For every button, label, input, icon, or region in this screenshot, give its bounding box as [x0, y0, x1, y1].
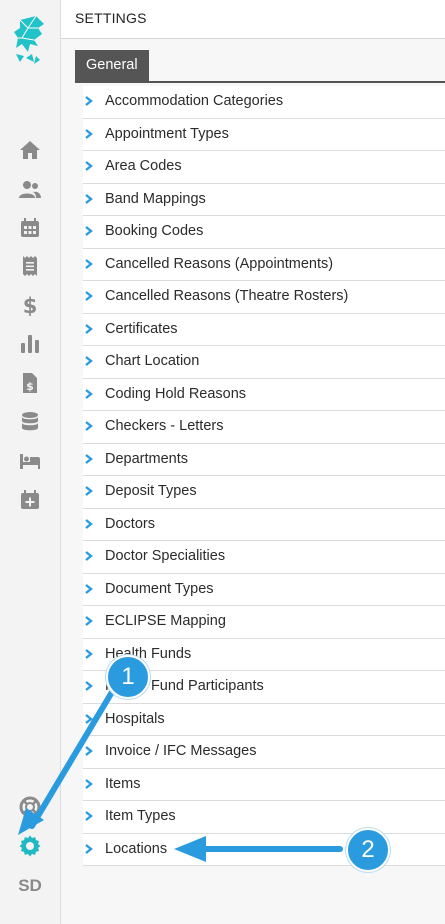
header-bar: SETTINGS [61, 0, 445, 39]
chevron-right-icon [85, 258, 93, 269]
chevron-right-icon [85, 518, 93, 529]
home-icon[interactable] [15, 137, 45, 163]
settings-list-item-label: Locations [105, 840, 168, 857]
settings-list-item[interactable]: Items [83, 768, 445, 801]
settings-list-item[interactable]: Booking Codes [83, 216, 445, 249]
left-nav-rail: $ $ SD [0, 0, 61, 924]
app-logo-icon[interactable] [10, 14, 50, 70]
svg-text:$: $ [26, 380, 34, 393]
settings-list-item[interactable]: Coding Hold Reasons [83, 378, 445, 411]
invoice-icon[interactable]: $ [15, 370, 45, 396]
database-icon[interactable] [15, 409, 45, 435]
settings-list-item[interactable]: ECLIPSE Mapping [83, 606, 445, 639]
calendar-plus-icon[interactable] [15, 487, 45, 513]
bar-chart-icon[interactable] [15, 331, 45, 357]
settings-list-item[interactable]: Accommodation Categories [83, 86, 445, 119]
chevron-right-icon [85, 128, 93, 139]
settings-list-item-label: Doctor Specialities [105, 548, 226, 564]
settings-list-item[interactable]: Band Mappings [83, 183, 445, 216]
settings-list-item-label: Departments [105, 450, 189, 467]
step-badge-2: 2 [346, 828, 390, 872]
bed-icon[interactable] [15, 448, 45, 474]
page-title: SETTINGS [75, 10, 147, 26]
chevron-right-icon [85, 323, 93, 334]
chevron-right-icon [85, 746, 93, 756]
chevron-right-icon [85, 486, 93, 496]
settings-list-item-label: Coding Hold Reasons [105, 385, 247, 402]
chevron-right-icon [85, 843, 93, 854]
calendar-icon[interactable] [15, 215, 45, 241]
svg-text:$: $ [23, 294, 38, 317]
settings-list-item-label: Document Types [105, 580, 214, 597]
tab-bar: General [75, 50, 445, 83]
settings-list-item-label: Cancelled Reasons (Appointments) [105, 255, 334, 272]
settings-list-item[interactable]: Deposit Types [83, 476, 445, 509]
settings-list-item[interactable]: Checkers - Letters [83, 411, 445, 444]
settings-list: Accommodation Categories Appointment Type… [83, 86, 445, 866]
chevron-right-icon [85, 356, 93, 366]
chevron-right-icon [85, 226, 93, 236]
settings-list-item-label: Certificates [105, 320, 178, 337]
chevron-right-icon [85, 616, 93, 626]
help-icon[interactable] [15, 794, 45, 820]
chevron-right-icon [85, 811, 93, 821]
chevron-right-icon [85, 681, 93, 691]
settings-list-item-label: ECLIPSE Mapping [105, 613, 226, 629]
chevron-right-icon [85, 778, 93, 789]
settings-list-item-label: Band Mappings [105, 190, 206, 207]
settings-list-item[interactable]: Area Codes [83, 151, 445, 184]
settings-list-item-label: Item Types [105, 808, 176, 824]
settings-list-item-label: Appointment Types [105, 125, 229, 142]
settings-list-item[interactable]: Doctor Specialities [83, 541, 445, 574]
step-badge-1: 1 [106, 655, 150, 699]
settings-list-item[interactable]: Doctors [83, 508, 445, 541]
settings-list-item-label: Invoice / IFC Messages [105, 743, 257, 759]
user-initials-avatar[interactable]: SD [0, 876, 60, 896]
chevron-right-icon [85, 453, 93, 464]
settings-list-item-label: Chart Location [105, 353, 200, 369]
settings-icon[interactable] [15, 833, 45, 859]
settings-list-item[interactable]: Document Types [83, 573, 445, 606]
settings-list-item-label: Accommodation Categories [105, 93, 284, 109]
settings-list-item[interactable]: Appointment Types [83, 118, 445, 151]
chevron-right-icon [85, 551, 93, 561]
settings-list-item-label: Hospitals [105, 710, 165, 727]
chevron-right-icon [85, 583, 93, 594]
settings-list-item[interactable]: Certificates [83, 313, 445, 346]
settings-list-item[interactable]: Item Types [83, 801, 445, 834]
chevron-right-icon [85, 96, 93, 106]
settings-content: General Accommodation Categories Appointm… [61, 39, 445, 924]
chevron-right-icon [85, 291, 93, 301]
settings-list-item[interactable]: Hospitals [83, 703, 445, 736]
chevron-right-icon [85, 193, 93, 204]
settings-list-item[interactable]: Cancelled Reasons (Theatre Rosters) [83, 281, 445, 314]
chevron-right-icon [85, 421, 93, 431]
chevron-right-icon [85, 648, 93, 659]
settings-list-item[interactable]: Departments [83, 443, 445, 476]
chevron-right-icon [85, 388, 93, 399]
settings-list-item-label: Cancelled Reasons (Theatre Rosters) [105, 288, 349, 304]
settings-list-item-label: Checkers - Letters [105, 418, 224, 434]
chevron-right-icon [85, 161, 93, 171]
users-icon[interactable] [15, 176, 45, 202]
settings-list-item-label: Area Codes [105, 158, 182, 174]
settings-list-item-label: Deposit Types [105, 483, 197, 499]
settings-list-item[interactable]: Locations [83, 833, 445, 866]
settings-list-item-label: Doctors [105, 515, 155, 532]
settings-list-item-label: Items [105, 775, 141, 792]
receipt-icon[interactable] [15, 253, 45, 279]
settings-list-item-label: Booking Codes [105, 223, 204, 239]
chevron-right-icon [85, 713, 93, 724]
dollar-icon[interactable]: $ [15, 292, 45, 318]
settings-list-item[interactable]: Chart Location [83, 346, 445, 379]
tab-general[interactable]: General [75, 50, 149, 81]
settings-list-item[interactable]: Cancelled Reasons (Appointments) [83, 248, 445, 281]
settings-list-item[interactable]: Invoice / IFC Messages [83, 736, 445, 769]
